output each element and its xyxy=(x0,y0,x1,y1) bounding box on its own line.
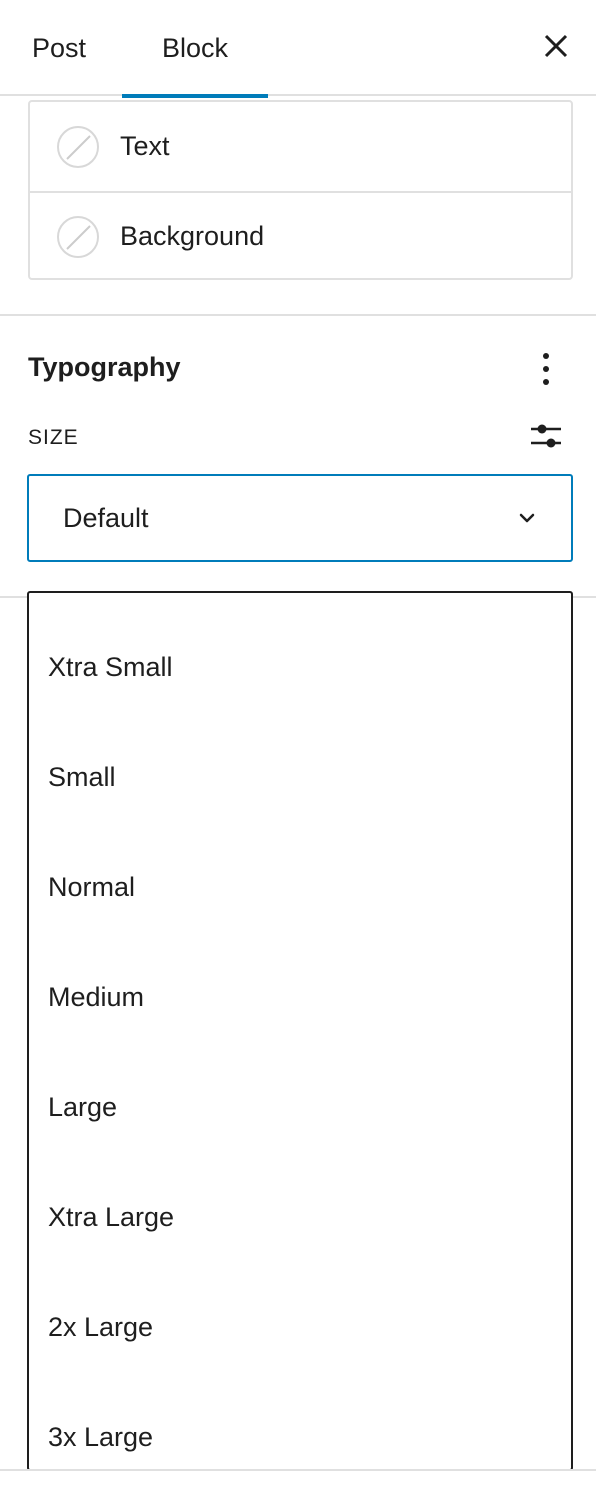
tab-block-label: Block xyxy=(161,32,229,63)
tab-block[interactable]: Block xyxy=(122,0,268,98)
color-item-label: Text xyxy=(120,131,170,161)
tab-post[interactable]: Post xyxy=(0,0,118,96)
color-settings-list: Text Background xyxy=(28,100,573,280)
sliders-icon xyxy=(531,424,561,448)
font-size-select-value: Default xyxy=(63,502,149,533)
more-vertical-icon xyxy=(543,353,549,385)
font-size-dropdown-list: Xtra Small Small Normal Medium Large Xtr… xyxy=(27,591,573,1471)
font-size-option-small[interactable]: Small xyxy=(29,747,571,807)
font-size-option-3x-large[interactable]: 3x Large xyxy=(29,1407,571,1467)
close-icon xyxy=(544,34,568,58)
set-custom-size-button[interactable] xyxy=(526,418,566,454)
active-tab-indicator xyxy=(122,94,268,98)
size-label: SIZE xyxy=(28,426,79,449)
empty-color-swatch-icon xyxy=(57,215,99,258)
tab-post-label: Post xyxy=(31,32,87,63)
font-size-option-xtra-large[interactable]: Xtra Large xyxy=(29,1187,571,1247)
close-button[interactable] xyxy=(536,26,576,66)
chevron-down-icon xyxy=(519,513,535,523)
sidebar-header: Post Block xyxy=(0,0,596,98)
typography-options-button[interactable] xyxy=(526,346,566,392)
panel-divider xyxy=(0,314,596,316)
empty-color-swatch-icon xyxy=(57,125,99,168)
color-item-text[interactable]: Text xyxy=(30,102,571,191)
color-item-label: Background xyxy=(120,221,265,251)
font-size-option-xtra-small[interactable]: Xtra Small xyxy=(29,637,571,697)
panel-divider xyxy=(0,1469,596,1471)
font-size-option-2x-large[interactable]: 2x Large xyxy=(29,1297,571,1357)
color-item-background[interactable]: Background xyxy=(30,191,571,278)
font-size-option-normal[interactable]: Normal xyxy=(29,857,571,917)
typography-panel-title: Typography xyxy=(28,352,181,382)
font-size-option-medium[interactable]: Medium xyxy=(29,967,571,1027)
font-size-option-large[interactable]: Large xyxy=(29,1077,571,1137)
font-size-select[interactable]: Default xyxy=(27,474,573,562)
